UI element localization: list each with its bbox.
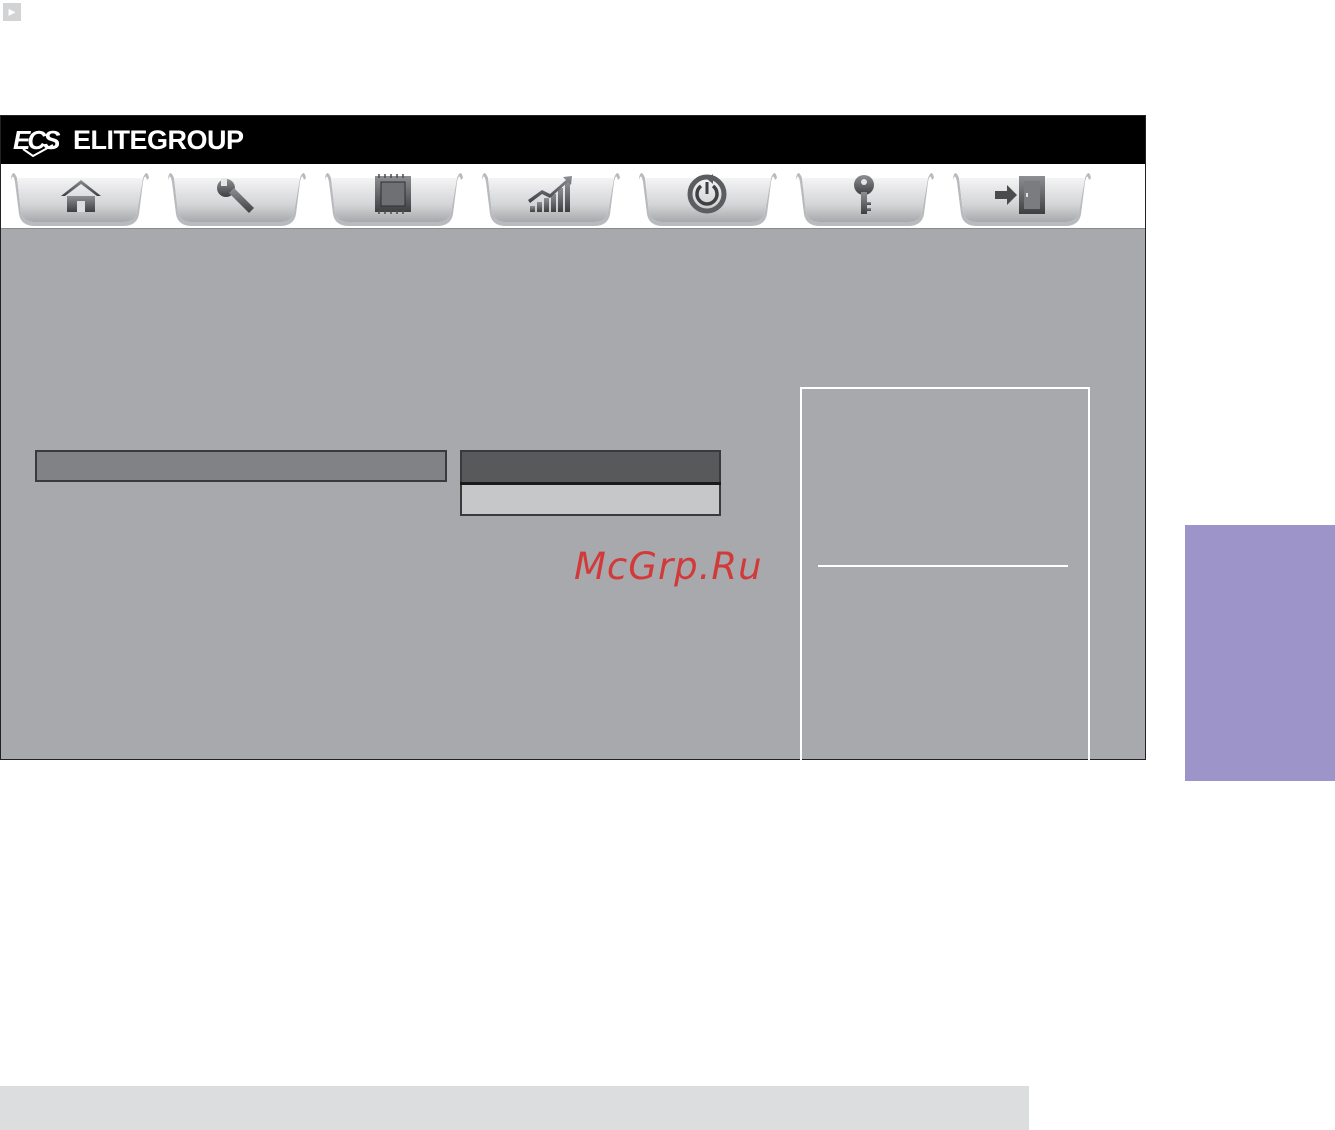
dropdown-option-selected[interactable]	[460, 450, 721, 482]
ecs-logo-mark: ECS	[13, 125, 64, 157]
tab-security[interactable]	[794, 168, 934, 226]
footer-band	[0, 1086, 1029, 1130]
settings-content-area	[1, 229, 1145, 862]
option-dropdown	[460, 450, 721, 516]
watermark-text: McGrp.Ru	[574, 545, 763, 588]
tab-chipset[interactable]	[323, 168, 463, 226]
setting-row-highlighted[interactable]	[35, 450, 447, 482]
tab-advanced[interactable]	[166, 168, 306, 226]
tab-boot[interactable]	[637, 168, 777, 226]
page-marker-icon: ▸	[3, 3, 21, 21]
tab-exit[interactable]	[951, 168, 1091, 226]
dropdown-option[interactable]	[460, 485, 721, 516]
help-divider	[818, 565, 1068, 567]
ecs-logo: ECS ELITEGROUP	[13, 122, 244, 158]
brand-bar: ECS ELITEGROUP	[1, 116, 1145, 164]
chapter-side-tab	[1185, 525, 1335, 781]
svg-text:ECS: ECS	[13, 125, 61, 155]
help-panel	[800, 387, 1090, 862]
brand-name: ELITEGROUP	[73, 124, 244, 155]
tab-main[interactable]	[9, 168, 149, 226]
main-tab-strip	[1, 164, 1145, 229]
tab-performance[interactable]	[480, 168, 620, 226]
chip-icon	[375, 174, 411, 214]
bios-setup-window: ECS ELITEGROUP	[0, 115, 1146, 862]
